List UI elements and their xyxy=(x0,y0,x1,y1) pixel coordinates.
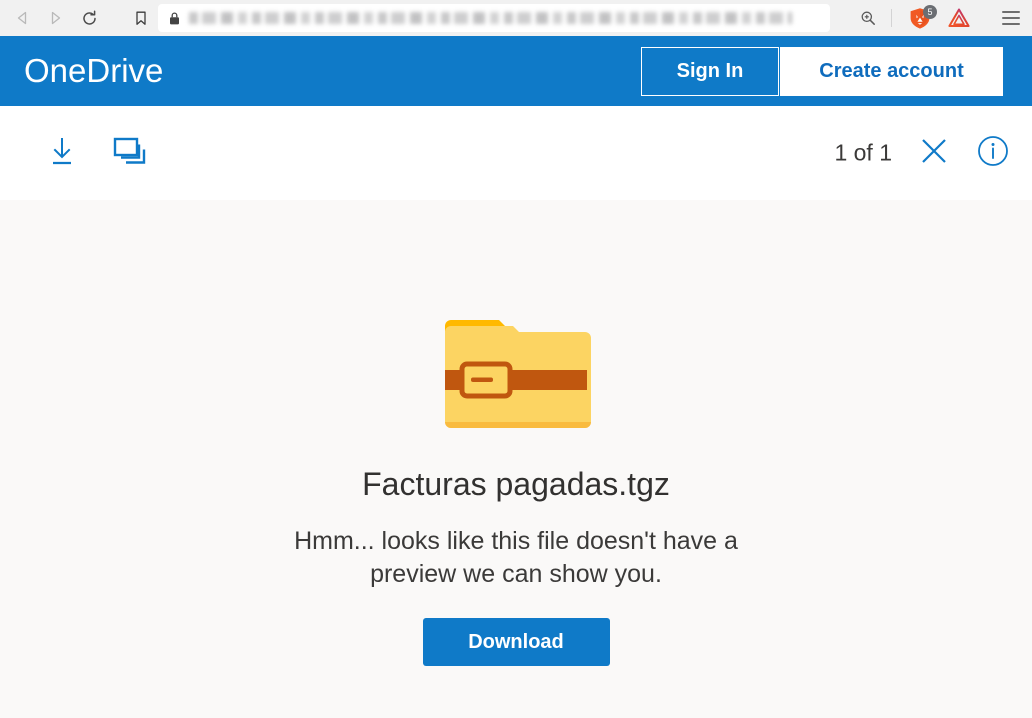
archive-file-icon xyxy=(441,316,591,434)
browser-toolbar: 5 xyxy=(0,0,1032,36)
brave-shield-count-badge: 5 xyxy=(923,5,937,19)
reload-icon xyxy=(81,10,98,27)
download-icon xyxy=(45,134,79,173)
preview-area: Facturas pagadas.tgz Hmm... looks like t… xyxy=(0,200,1032,718)
no-preview-line-1: Hmm... looks like this file doesn't have… xyxy=(294,527,738,555)
brave-rewards-triangle-icon[interactable] xyxy=(948,8,970,28)
zoom-search-icon[interactable] xyxy=(860,10,876,26)
no-preview-message: Hmm... looks like this file doesn't have… xyxy=(294,525,738,590)
back-arrow-icon xyxy=(15,10,31,26)
page-counter: 1 of 1 xyxy=(834,140,892,167)
toolbar-divider xyxy=(891,9,892,27)
lock-icon xyxy=(168,11,181,26)
download-toolbar-button[interactable] xyxy=(40,131,84,175)
onedrive-brand: OneDrive xyxy=(24,52,163,90)
bookmark-button[interactable] xyxy=(126,3,156,33)
forward-arrow-icon xyxy=(47,10,63,26)
close-preview-button[interactable] xyxy=(914,133,954,173)
copy-stack-icon xyxy=(113,135,151,172)
file-name: Facturas pagadas.tgz xyxy=(362,466,670,503)
download-button[interactable]: Download xyxy=(423,618,610,666)
no-preview-line-2: preview we can show you. xyxy=(370,560,662,588)
browser-menu-button[interactable] xyxy=(1002,9,1020,27)
info-button[interactable] xyxy=(973,133,1013,173)
hamburger-menu-icon xyxy=(1002,17,1020,19)
info-circle-icon xyxy=(977,135,1009,172)
url-text[interactable] xyxy=(189,12,792,24)
reload-button[interactable] xyxy=(74,3,104,33)
hamburger-menu-icon xyxy=(1002,11,1020,13)
close-x-icon xyxy=(919,136,949,171)
back-button[interactable] xyxy=(8,3,38,33)
bookmark-icon xyxy=(133,10,149,26)
copy-toolbar-button[interactable] xyxy=(108,131,156,175)
preview-toolbar: 1 of 1 xyxy=(0,106,1032,200)
create-account-button[interactable]: Create account xyxy=(780,47,1003,96)
address-bar[interactable] xyxy=(158,4,830,32)
forward-button[interactable] xyxy=(40,3,70,33)
hamburger-menu-icon xyxy=(1002,23,1020,25)
sign-in-button[interactable]: Sign In xyxy=(641,47,779,96)
onedrive-header: OneDrive Sign In Create account xyxy=(0,36,1032,106)
